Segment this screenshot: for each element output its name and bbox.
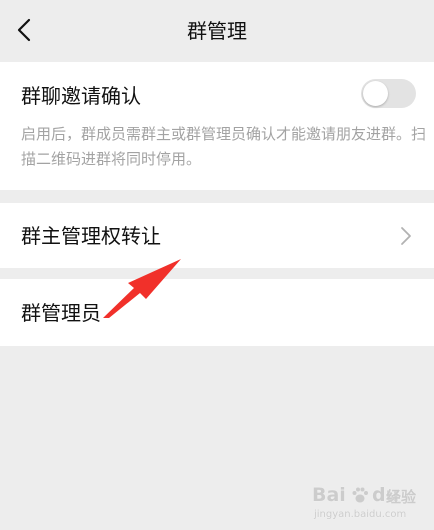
invite-confirm-toggle[interactable] xyxy=(361,79,416,108)
invite-confirm-section: 群聊邀请确认 启用后，群成员需群主或群管理员确认才能邀请朋友进群。扫描二维码进群… xyxy=(0,62,434,190)
invite-confirm-description: 启用后，群成员需群主或群管理员确认才能邀请朋友进群。扫描二维码进群将同时停用。 xyxy=(21,125,427,168)
watermark-brand-left: Bai xyxy=(312,484,346,506)
toggle-knob xyxy=(363,81,388,106)
chevron-right-icon xyxy=(401,227,411,245)
baidu-watermark: Bai du 经验 jingyan.baidu.com xyxy=(312,484,430,526)
invite-confirm-label: 群聊邀请确认 xyxy=(21,84,141,108)
group-admins-label: 群管理员 xyxy=(21,301,101,325)
paw-icon xyxy=(352,487,368,503)
watermark-url: jingyan.baidu.com xyxy=(314,509,407,520)
transfer-ownership-row[interactable]: 群主管理权转让 xyxy=(0,203,434,268)
group-admins-row[interactable]: 群管理员 xyxy=(0,279,434,346)
navigation-bar: 群管理 xyxy=(0,0,434,60)
watermark-product: 经验 xyxy=(386,488,417,506)
page-title: 群管理 xyxy=(187,19,247,43)
transfer-ownership-label: 群主管理权转让 xyxy=(21,224,161,248)
